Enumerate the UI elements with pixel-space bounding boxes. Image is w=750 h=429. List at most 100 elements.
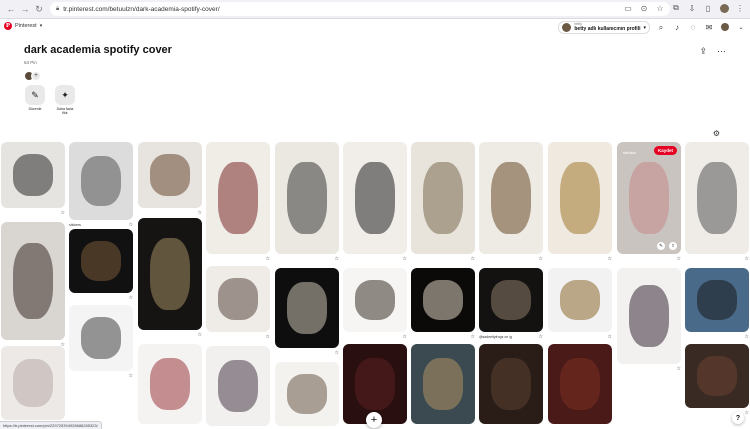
tool-label: Daha fazla fikir: [56, 107, 74, 116]
star-icon[interactable]: ☆: [403, 256, 407, 262]
edit-icon[interactable]: ✎: [657, 242, 665, 250]
profile-icon[interactable]: [720, 22, 730, 33]
pin-card[interactable]: [69, 142, 133, 220]
page-title: dark academia spotify cover: [24, 44, 172, 56]
star-icon[interactable]: ☆: [266, 256, 270, 262]
pin-card[interactable]: [617, 268, 681, 364]
updates-icon[interactable]: ✉: [704, 23, 714, 32]
pin-card[interactable]: [206, 142, 270, 254]
pin-image: [628, 285, 670, 347]
bookmark-star-icon[interactable]: ☆: [654, 2, 666, 14]
star-icon[interactable]: ☆: [745, 334, 749, 340]
pin-card[interactable]: [1, 142, 65, 208]
chevron-down-icon: ▾: [643, 24, 646, 31]
star-icon[interactable]: ☆: [677, 366, 681, 372]
messages-icon[interactable]: ◌: [688, 23, 698, 32]
collaborators[interactable]: +: [24, 71, 41, 81]
star-icon[interactable]: ☆: [129, 295, 133, 301]
forward-icon[interactable]: →: [18, 2, 32, 16]
pin-card[interactable]: [1, 222, 65, 340]
pin-card[interactable]: [548, 344, 612, 424]
pin-meta: ☆: [69, 294, 133, 302]
pin-card[interactable]: [411, 344, 475, 424]
pin-card[interactable]: [685, 344, 749, 408]
reload-icon[interactable]: ↻: [32, 2, 46, 16]
more-options-icon[interactable]: ⋯: [717, 46, 726, 57]
pin-card[interactable]: [275, 142, 339, 254]
pin-board-label[interactable]: stellaar: [623, 150, 636, 155]
search-icon[interactable]: ⌕: [656, 23, 666, 33]
pin-image: [559, 279, 601, 321]
pin-card[interactable]: [548, 268, 612, 332]
pin-card[interactable]: [206, 346, 270, 426]
account-switcher[interactable]: betty betty adlı kullanıcının profili ▾: [558, 21, 650, 34]
pin-card[interactable]: [206, 266, 270, 332]
pin-card[interactable]: [69, 229, 133, 293]
zoom-icon[interactable]: ⊙: [638, 2, 650, 14]
star-icon[interactable]: ☆: [61, 210, 65, 216]
pin-meta: ☆: [69, 372, 133, 380]
download-icon[interactable]: ⇩: [686, 2, 698, 14]
share-icon[interactable]: ⇪: [669, 242, 677, 250]
pin-image: [559, 358, 601, 410]
bell-icon[interactable]: ♪: [672, 23, 682, 32]
pin-card[interactable]: [138, 218, 202, 330]
star-icon[interactable]: ☆: [335, 350, 339, 356]
pin-card[interactable]: [479, 344, 543, 424]
pin-card[interactable]: [548, 142, 612, 254]
help-button[interactable]: ?: [732, 412, 744, 424]
pin-card[interactable]: [275, 362, 339, 426]
pin-card[interactable]: [138, 142, 202, 208]
pin-card[interactable]: [411, 268, 475, 332]
more-ideas-button[interactable]: ✦ Daha fazla fikir: [54, 85, 76, 115]
star-icon[interactable]: ☆: [266, 334, 270, 340]
chevron-down-icon[interactable]: ⌄: [736, 24, 746, 31]
star-icon[interactable]: ☆: [471, 334, 475, 340]
star-icon[interactable]: ☆: [608, 334, 612, 340]
address-bar[interactable]: 🔒︎ tr.pinterest.com/betuulzn/dark-academ…: [50, 2, 670, 16]
menu-icon[interactable]: ⋮: [734, 2, 746, 14]
add-collaborator-button[interactable]: +: [31, 71, 41, 81]
sidebar-icon[interactable]: ▯: [702, 2, 714, 14]
profile-avatar[interactable]: [718, 2, 730, 14]
star-icon[interactable]: ☆: [198, 332, 202, 338]
pin-card[interactable]: [411, 142, 475, 254]
add-pin-button[interactable]: +: [366, 412, 382, 428]
star-icon[interactable]: ☆: [745, 410, 749, 416]
screen-cast-icon[interactable]: ▭: [622, 2, 634, 14]
star-icon[interactable]: ☆: [335, 256, 339, 262]
star-icon[interactable]: ☆: [129, 373, 133, 379]
pin-card[interactable]: [275, 268, 339, 348]
star-icon[interactable]: ☆: [539, 256, 543, 262]
save-button[interactable]: Kaydet: [653, 146, 677, 155]
back-icon[interactable]: ←: [4, 2, 18, 16]
organize-button[interactable]: ✎ Düzenle: [24, 85, 46, 115]
pin-card[interactable]: [685, 142, 749, 254]
pin-card[interactable]: [479, 142, 543, 254]
pin-card[interactable]: stellaar Kaydet ✎ ⇪: [617, 142, 681, 254]
chevron-down-icon[interactable]: ▾: [40, 23, 43, 29]
share-icon[interactable]: ⇪: [699, 46, 707, 57]
extensions-icon[interactable]: ⧉: [670, 2, 682, 14]
pinterest-brand[interactable]: P Pinterest ▾: [4, 22, 42, 30]
pin-image: [80, 240, 122, 282]
star-icon[interactable]: ☆: [198, 210, 202, 216]
star-icon[interactable]: ☆: [403, 334, 407, 340]
pin-card[interactable]: [138, 344, 202, 424]
filter-icon[interactable]: ⚙︎: [713, 129, 720, 138]
star-icon[interactable]: ☆: [608, 256, 612, 262]
star-icon[interactable]: ☆: [745, 256, 749, 262]
pin-card[interactable]: [343, 268, 407, 332]
pin-card[interactable]: [685, 268, 749, 332]
pin-card[interactable]: [69, 305, 133, 371]
pin-image: [422, 162, 464, 234]
pin-card[interactable]: [1, 346, 65, 420]
star-icon[interactable]: ☆: [677, 256, 681, 262]
star-icon[interactable]: ☆: [471, 256, 475, 262]
star-icon[interactable]: ☆: [129, 222, 133, 228]
pin-image: [217, 277, 259, 321]
pin-card[interactable]: [343, 142, 407, 254]
pin-card[interactable]: [479, 268, 543, 332]
pin-image: [217, 360, 259, 412]
star-icon[interactable]: ☆: [539, 334, 543, 340]
